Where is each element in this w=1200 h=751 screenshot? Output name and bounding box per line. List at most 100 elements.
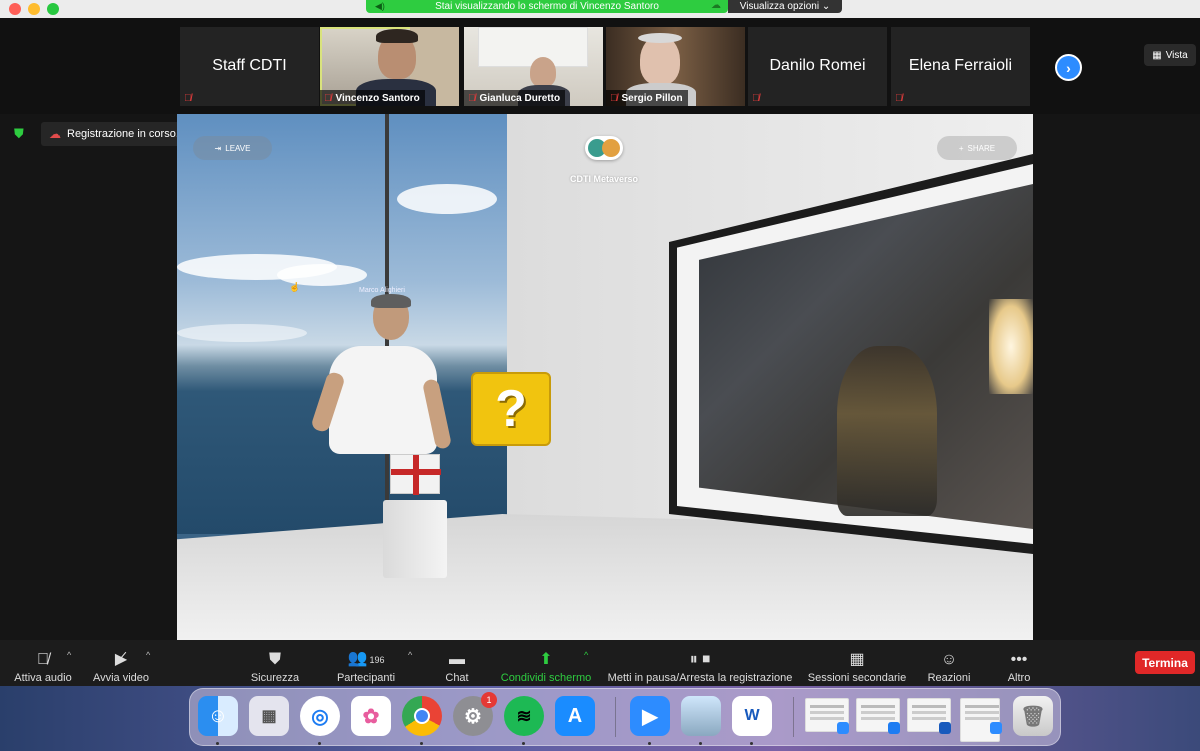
exit-icon: ⇥ xyxy=(214,143,222,153)
add-person-icon: + xyxy=(958,143,964,153)
chat-button[interactable]: ▬ Chat xyxy=(440,644,474,684)
question-mark: ? xyxy=(495,380,527,438)
view-button[interactable]: ▦ Vista xyxy=(1144,44,1196,66)
word-icon[interactable]: W xyxy=(732,696,772,736)
security-shield-icon: ⛊ xyxy=(14,126,24,141)
trash-icon[interactable]: 🗑 xyxy=(1013,696,1053,736)
launchpad-icon[interactable]: ▦ xyxy=(249,696,289,736)
participant-video-hair xyxy=(638,33,682,43)
chrome-center-icon xyxy=(414,708,430,724)
running-indicator xyxy=(750,742,753,745)
participants-icon: 👥 196 xyxy=(347,650,385,667)
notification-badge: 1 xyxy=(481,692,497,708)
participant-name: Gianluca Duretto xyxy=(479,92,561,104)
more-button[interactable]: ••• Altro xyxy=(1005,644,1033,684)
chrome-icon[interactable] xyxy=(402,696,442,736)
question-block[interactable]: ? xyxy=(471,372,551,446)
space-title: CDTI Metaverso xyxy=(569,174,639,184)
fullscreen-window-button[interactable] xyxy=(47,3,59,15)
running-indicator xyxy=(318,742,321,745)
avatar-body xyxy=(329,346,437,454)
security-label: Sicurezza xyxy=(250,672,300,684)
participant-tile[interactable]: 🎙̸ Gianluca Duretto xyxy=(464,27,603,106)
leave-space-button[interactable]: ⇥ LEAVE xyxy=(193,136,272,160)
participant-tile[interactable]: Danilo Romei 🎙̸ xyxy=(748,27,887,106)
pause-stop-recording-button[interactable]: ⏸ ⏹ Metti in pausa/Arresta la registrazi… xyxy=(607,644,793,684)
shared-screen[interactable]: Marco Alighieri ? ⇥ LEAVE CDTI Metaverso… xyxy=(177,114,1033,640)
spotify-icon[interactable]: ≋ xyxy=(504,696,544,736)
title-bar: ◀) Stai visualizzando lo schermo di Vinc… xyxy=(0,0,1200,18)
logo-avatar-icon xyxy=(602,139,620,157)
participant-tile[interactable]: 🎙̸ Sergio Pillon xyxy=(606,27,745,106)
reactions-label: Reazioni xyxy=(927,672,971,684)
space-logo xyxy=(585,136,623,160)
running-indicator xyxy=(216,742,219,745)
participant-label: 🎙̸ Sergio Pillon xyxy=(606,90,688,106)
speaker-icon: ◀) xyxy=(375,1,385,11)
participant-name: Staff CDTI xyxy=(212,57,287,74)
participants-button[interactable]: 👥 196 Partecipanti ^ xyxy=(335,644,412,684)
pause-stop-icons: ⏸ ⏹ xyxy=(689,651,711,668)
mouse-cursor-icon: ☝ xyxy=(289,282,301,292)
zoom-window: ◀) Stai visualizzando lo schermo di Vinc… xyxy=(0,0,1200,751)
share-options-caret-icon[interactable]: ^ xyxy=(584,650,588,660)
share-screen-button[interactable]: ⬆ Condividi schermo ^ xyxy=(500,644,592,684)
participant-tile[interactable]: Staff CDTI 🎙̸ xyxy=(180,27,319,106)
security-button[interactable]: ⛊ Sicurezza xyxy=(250,644,300,684)
participant-name: Elena Ferraioli xyxy=(908,57,1013,74)
view-button-label: Vista xyxy=(1165,49,1188,61)
chat-bubble-icon: ▬ xyxy=(449,651,465,668)
app-store-icon[interactable]: A xyxy=(555,696,595,736)
video-options-caret-icon[interactable]: ^ xyxy=(146,650,150,660)
cloud-icon: ☁ xyxy=(711,0,721,11)
minimized-window-thumbnail[interactable] xyxy=(960,698,1000,742)
safari-icon[interactable]: ◎ xyxy=(300,696,340,736)
start-video-button[interactable]: ▶̸ Avvia video ^ xyxy=(92,644,150,684)
participant-video-face xyxy=(530,57,556,87)
gift-box[interactable] xyxy=(390,454,441,495)
avatar-name-tag: Marco Alighieri xyxy=(359,287,405,294)
reactions-button[interactable]: ☺ Reazioni xyxy=(927,644,971,684)
video-off-icon: ▶̸ xyxy=(114,651,128,668)
participant-label: 🎙̸ xyxy=(748,90,765,106)
audio-options-caret-icon[interactable]: ^ xyxy=(67,650,71,660)
photos-icon[interactable]: ✿ xyxy=(351,696,391,736)
close-window-button[interactable] xyxy=(9,3,21,15)
participant-tile[interactable]: Elena Ferraioli 🎙̸ xyxy=(891,27,1030,106)
participant-name: Sergio Pillon xyxy=(621,92,683,104)
share-label: SHARE xyxy=(967,143,996,153)
unmute-audio-button[interactable]: 🎙̸ Attiva audio ^ xyxy=(14,644,72,684)
participant-label: 🎙̸ Gianluca Duretto xyxy=(464,90,566,106)
minimize-window-button[interactable] xyxy=(28,3,40,15)
share-space-button[interactable]: + SHARE xyxy=(937,136,1017,160)
participant-label: 🎙̸ Vincenzo Santoro xyxy=(320,90,425,106)
screen-share-banner-text: Stai visualizzando lo schermo di Vincenz… xyxy=(435,1,659,12)
running-indicator xyxy=(522,742,525,745)
more-label: Altro xyxy=(1007,672,1031,684)
muted-mic-icon: 🎙̸ xyxy=(468,92,476,104)
cloud-shape xyxy=(177,324,307,342)
recording-status-text: Registrazione in corso... xyxy=(67,128,185,140)
cloud-shape xyxy=(397,184,497,214)
word-letter: W xyxy=(744,707,760,724)
participant-strip: Staff CDTI 🎙̸ 🎙̸ Vincenzo Santoro 🎙̸ Gia… xyxy=(0,18,1200,114)
participant-label: 🎙̸ xyxy=(180,90,197,106)
breakout-rooms-label: Sessioni secondarie xyxy=(807,672,907,684)
chat-label: Chat xyxy=(445,672,469,684)
finder-icon[interactable]: ☺ xyxy=(198,696,238,736)
smiley-icon: ☺ xyxy=(940,651,958,668)
participant-tile-active-speaker[interactable]: 🎙̸ Vincenzo Santoro xyxy=(320,27,459,106)
view-options-dropdown[interactable]: Visualizza opzioni ⌄ xyxy=(728,0,842,13)
end-meeting-button[interactable]: Termina xyxy=(1135,651,1195,674)
participants-caret-icon[interactable]: ^ xyxy=(408,650,412,660)
participants-count: 196 xyxy=(369,655,385,665)
safari-app-badge-icon xyxy=(888,722,900,734)
breakout-rooms-button[interactable]: ▦ Sessioni secondarie xyxy=(808,644,906,684)
participants-label: Partecipanti xyxy=(336,672,396,684)
zoom-icon[interactable]: ▶ xyxy=(630,696,670,736)
next-participants-button[interactable]: › xyxy=(1055,54,1082,81)
leave-label: LEAVE xyxy=(225,143,251,153)
view-options-label: Visualizza opzioni ⌄ xyxy=(739,1,831,12)
preview-icon[interactable] xyxy=(681,696,721,736)
participant-video-hair xyxy=(376,29,418,43)
